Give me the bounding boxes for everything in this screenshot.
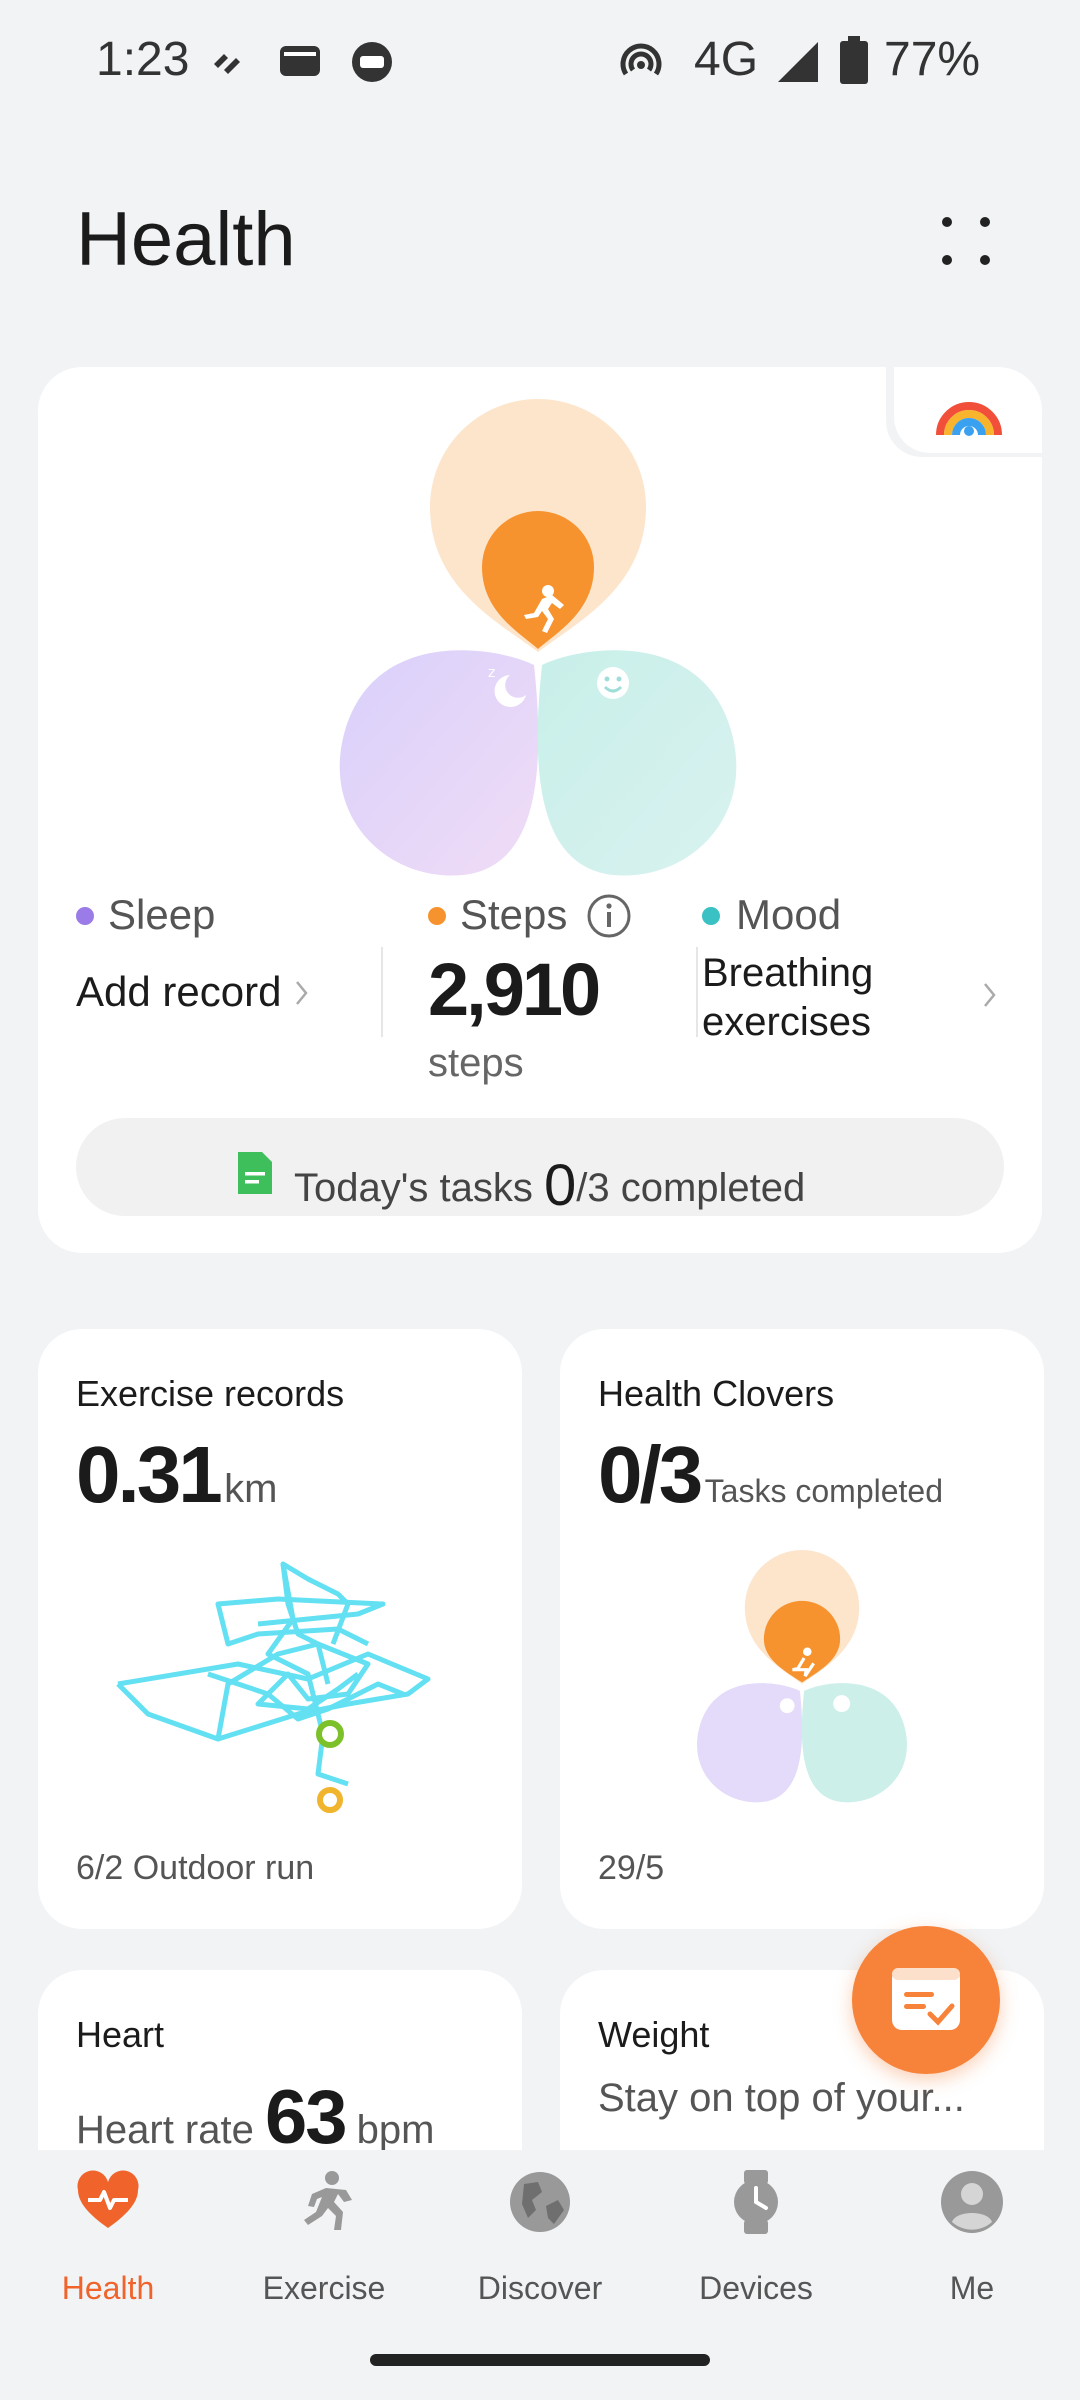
nav-devices[interactable]: Devices — [666, 2170, 846, 2310]
weight-card-title: Weight — [598, 2014, 710, 2055]
divider — [381, 947, 383, 1037]
globe-icon — [510, 2172, 570, 2232]
task-list-fab[interactable] — [852, 1926, 1000, 2074]
battery-icon — [840, 36, 868, 84]
network-type: 4G — [694, 33, 759, 86]
mood-leaf — [537, 650, 737, 876]
exercise-distance-unit: km — [224, 1467, 278, 1511]
steps-unit: steps — [428, 1041, 524, 1085]
sleep-add-record[interactable]: Add record — [76, 968, 281, 1016]
nav-exercise-label: Exercise — [262, 2270, 386, 2306]
rainbow-badge[interactable] — [894, 367, 1042, 453]
tasks-suffix: /3 completed — [576, 1166, 806, 1210]
heart-rate-unit: bpm — [356, 2108, 435, 2152]
running-icon — [304, 2171, 352, 2230]
health-summary-card[interactable]: z Sleep Add record Steps 2,910 steps Moo… — [38, 365, 1044, 1253]
hotspot-icon — [620, 43, 662, 76]
exercise-records-card[interactable]: Exercise records 0.31 km 6/2 Outdoor run — [38, 1329, 522, 1929]
page-title: Health — [76, 197, 296, 282]
weight-subtitle: Stay on top of your... — [598, 2076, 965, 2120]
document-icon — [238, 1152, 272, 1194]
home-indicator[interactable] — [370, 2354, 710, 2366]
more-options-button[interactable] — [930, 205, 1002, 277]
steps-value: 2,910 — [428, 948, 601, 1031]
heart-rate-value: 63 — [264, 2075, 348, 2160]
clovers-progress: 0/3 Tasks completed — [598, 1429, 943, 1521]
exercise-distance-value: 0.31 — [76, 1430, 223, 1519]
route-end-marker — [317, 1787, 343, 1813]
smile-icon — [597, 667, 629, 699]
mood-value-line1: Breathing — [702, 951, 874, 995]
info-icon[interactable] — [586, 893, 632, 939]
dot-icon — [980, 217, 990, 227]
checklist-icon — [892, 1968, 960, 2030]
wallet-icon — [280, 46, 320, 76]
battery-level: 77% — [884, 33, 981, 86]
mood-label: Mood — [736, 891, 842, 938]
exercise-card-title: Exercise records — [76, 1373, 345, 1414]
health-clovers-card[interactable]: Health Clovers 0/3 Tasks completed 29/5 — [560, 1329, 1044, 1929]
nav-health[interactable]: Health — [18, 2170, 198, 2310]
tasks-prefix: Today's tasks — [294, 1166, 533, 1210]
heart-rate: Heart rate 63 bpm — [76, 2074, 434, 2161]
watch-icon — [734, 2170, 778, 2234]
nav-me[interactable]: Me — [882, 2170, 1062, 2310]
steps-progress-drop — [482, 511, 594, 649]
status-bar: 1:23 4G 77% — [0, 0, 1080, 120]
sleep-dot — [76, 907, 94, 925]
clovers-unit: Tasks completed — [704, 1473, 943, 1509]
clovers-date: 29/5 — [598, 1849, 665, 1887]
person-icon — [941, 2171, 1003, 2233]
todays-tasks-button[interactable]: Today's tasks 0/3 completed — [76, 1118, 1004, 1219]
exercise-date: 6/2 — [76, 1849, 124, 1887]
mood-value-line2: exercises — [702, 1000, 871, 1044]
chevron-right-icon — [296, 981, 308, 1005]
heart-card[interactable]: Heart Heart rate 63 bpm — [38, 1970, 522, 2160]
sleep-leaf — [339, 650, 539, 876]
exercise-footer: 6/2 Outdoor run — [76, 1849, 314, 1888]
steps-label: Steps — [460, 891, 568, 938]
heart-pulse-icon — [77, 2170, 139, 2228]
nav-exercise[interactable]: Exercise — [234, 2170, 414, 2310]
exercise-activity: Outdoor run — [132, 1849, 315, 1887]
app-notification-icon — [352, 42, 392, 82]
clovers-card-title: Health Clovers — [598, 1373, 835, 1414]
svg-text:z: z — [488, 665, 495, 681]
rainbow-icon — [936, 402, 1002, 436]
status-time: 1:23 — [96, 33, 190, 86]
divider — [696, 947, 698, 1037]
sleep-label: Sleep — [108, 891, 216, 938]
nav-me-label: Me — [949, 2270, 995, 2306]
nav-devices-label: Devices — [699, 2270, 813, 2306]
heart-rate-label: Heart rate — [76, 2108, 254, 2152]
exercise-distance: 0.31 km — [76, 1429, 277, 1521]
nav-discover[interactable]: Discover — [450, 2170, 630, 2310]
tasks-done-count: 0 — [543, 1153, 577, 1218]
nav-discover-label: Discover — [477, 2270, 603, 2306]
chevron-right-icon[interactable] — [982, 981, 998, 1009]
heart-card-title: Heart — [76, 2014, 165, 2055]
nav-health-label: Health — [61, 2270, 155, 2306]
clovers-value: 0/3 — [598, 1430, 703, 1519]
route-start-marker — [316, 1720, 344, 1748]
signal-icon — [778, 42, 818, 82]
mood-dot — [702, 907, 720, 925]
route-map — [116, 1561, 431, 1813]
dot-icon — [980, 255, 990, 265]
todays-tasks-text: Today's tasks 0/3 completed — [294, 1152, 805, 1219]
dot-icon — [942, 217, 952, 227]
steps-dot — [428, 907, 446, 925]
mini-clover-chart — [697, 1550, 907, 1803]
health-clover-chart[interactable]: z — [298, 397, 778, 907]
dot-icon — [942, 255, 952, 265]
notification-icon — [214, 54, 240, 74]
